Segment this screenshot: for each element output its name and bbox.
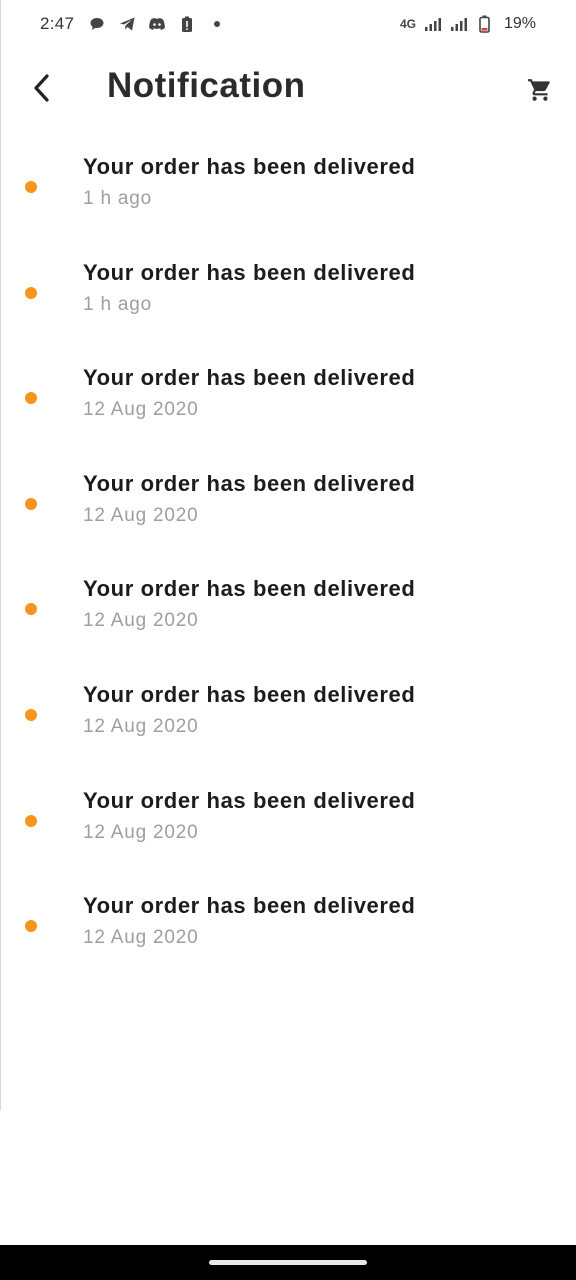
- cart-icon: [528, 79, 550, 101]
- unread-dot: [25, 286, 37, 299]
- notification-item[interactable]: Your order has been delivered 12 Aug 202…: [0, 768, 576, 874]
- status-time: 2:47: [40, 14, 75, 33]
- unread-dot: [25, 181, 37, 193]
- home-indicator[interactable]: [209, 1260, 367, 1265]
- back-button[interactable]: [22, 68, 62, 108]
- notification-title: Your order has been delivered: [83, 893, 416, 919]
- notification-time: 12 Aug 2020: [83, 610, 199, 632]
- cart-button[interactable]: [522, 72, 558, 108]
- status-right: 4G 19%: [400, 15, 536, 33]
- signal-icon: [450, 15, 468, 33]
- unread-dot: [25, 392, 37, 405]
- notification-time: 12 Aug 2020: [83, 927, 199, 949]
- system-nav-bar: [0, 1245, 576, 1280]
- notification-title: Your order has been delivered: [83, 576, 416, 602]
- notification-item[interactable]: Your order has been delivered 12 Aug 202…: [0, 662, 576, 768]
- status-left: 2:47: [40, 14, 226, 34]
- notification-item[interactable]: Your order has been delivered 1 h ago: [0, 134, 576, 240]
- unread-dot: [25, 603, 37, 616]
- notification-title: Your order has been delivered: [83, 681, 416, 707]
- network-type: 4G: [399, 17, 416, 31]
- chat-bubble-icon: [88, 15, 106, 33]
- dot-icon: [208, 15, 226, 33]
- notification-item[interactable]: Your order has been delivered 12 Aug 202…: [0, 451, 576, 557]
- telegram-icon: [118, 15, 136, 33]
- discord-icon: [148, 15, 166, 33]
- battery-alert-icon: [178, 15, 196, 33]
- unread-dot: [25, 814, 37, 827]
- notification-item[interactable]: Your order has been delivered 1 h ago: [0, 240, 576, 346]
- chevron-left-icon: [34, 74, 49, 102]
- notification-item[interactable]: Your order has been delivered 12 Aug 202…: [0, 873, 576, 979]
- unread-dot: [25, 920, 37, 933]
- status-bar: 2:47 4G 19%: [0, 0, 576, 48]
- notification-time: 12 Aug 2020: [83, 715, 199, 737]
- notification-title: Your order has been delivered: [83, 470, 416, 496]
- notification-list: Your order has been delivered 1 h ago Yo…: [0, 134, 576, 979]
- battery-icon: [476, 15, 494, 33]
- unread-dot: [25, 497, 37, 510]
- notification-time: 12 Aug 2020: [83, 821, 199, 843]
- unread-dot: [25, 708, 37, 721]
- notification-title: Your order has been delivered: [83, 787, 416, 813]
- notification-item[interactable]: Your order has been delivered 12 Aug 202…: [0, 556, 576, 662]
- notification-time: 1 h ago: [83, 293, 152, 315]
- notification-title: Your order has been delivered: [83, 365, 416, 391]
- signal-icon: [424, 15, 442, 33]
- page-title: Notification: [107, 66, 306, 105]
- notification-time: 12 Aug 2020: [83, 399, 199, 421]
- notification-title: Your order has been delivered: [83, 154, 416, 179]
- notification-time: 12 Aug 2020: [83, 504, 199, 526]
- notification-title: Your order has been delivered: [83, 259, 416, 285]
- battery-percent: 19%: [503, 15, 536, 32]
- notification-time: 1 h ago: [83, 188, 152, 209]
- app-header: Notification: [0, 48, 576, 128]
- notification-item[interactable]: Your order has been delivered 12 Aug 202…: [0, 345, 576, 451]
